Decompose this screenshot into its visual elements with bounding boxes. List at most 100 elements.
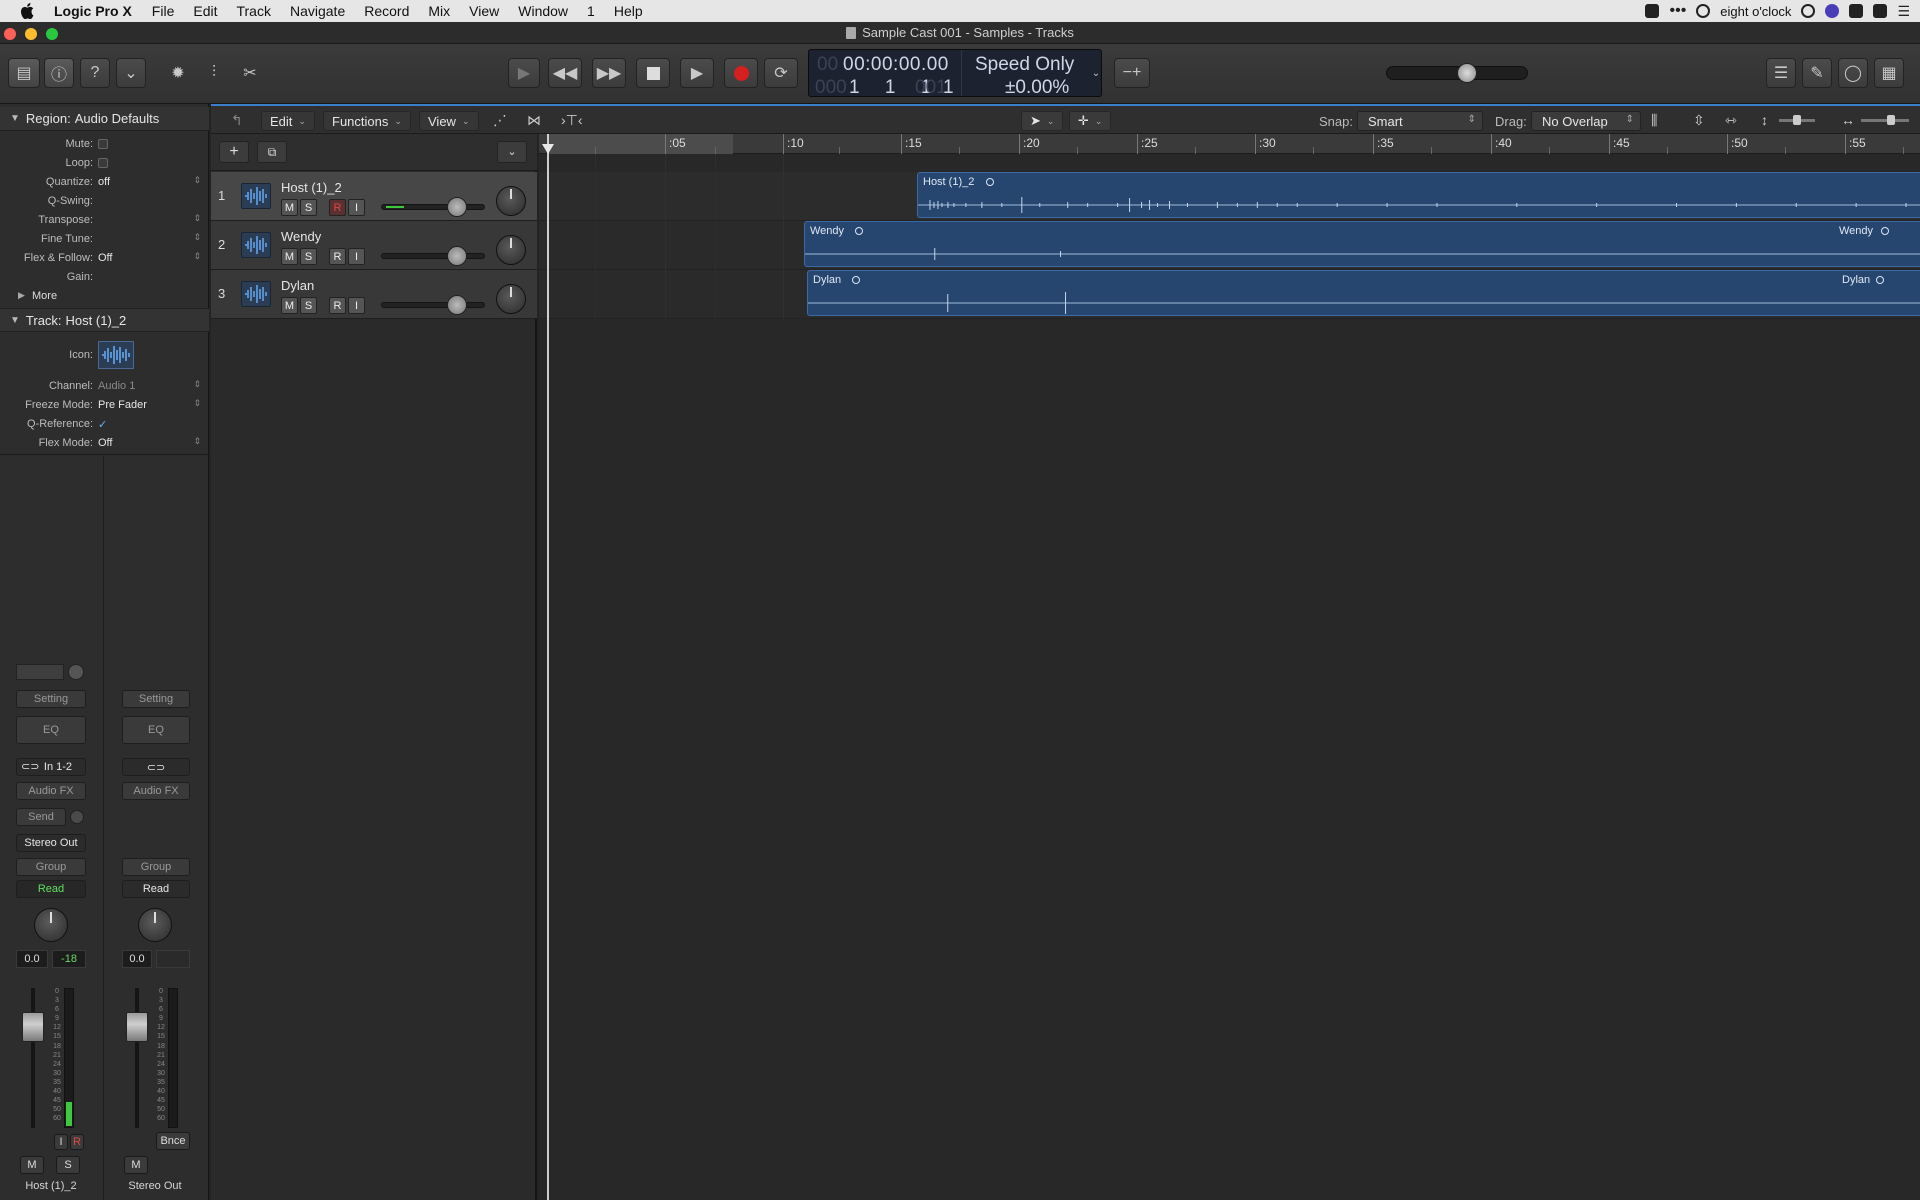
track-volume-knob[interactable] (447, 246, 467, 266)
link-slot[interactable]: ⊂⊃ (122, 758, 190, 776)
setting-button[interactable]: Setting (122, 690, 190, 708)
horizontal-zoom-icon[interactable]: ↔ (1841, 112, 1855, 128)
menu-app-name[interactable]: Logic Pro X (54, 3, 132, 19)
track-input-button[interactable]: I (348, 297, 365, 314)
audio-region-wendy[interactable]: Wendy Wendy (804, 221, 1920, 267)
track-mute-button[interactable]: M (281, 297, 298, 314)
track-mute-button[interactable]: M (281, 199, 298, 216)
audio-fx-slot[interactable]: Audio FX (122, 782, 190, 800)
list-menu-icon[interactable]: ☰ (1897, 3, 1910, 20)
input-slot[interactable]: ⊂⊃ In 1-2 (16, 758, 86, 776)
library-button[interactable]: ▤ (8, 58, 40, 88)
drag-select[interactable]: No Overlap ⇕ (1531, 111, 1641, 131)
vertical-zoom-slider[interactable] (1779, 115, 1815, 125)
cycle-button[interactable]: ⟳ (764, 58, 798, 88)
functions-menu[interactable]: Functions ⌄ (323, 111, 411, 131)
send-slot[interactable]: Send (16, 808, 66, 826)
mute-button[interactable]: M (20, 1156, 44, 1174)
input-monitor-button[interactable]: I (54, 1134, 68, 1150)
vertical-zoom-knob[interactable] (1793, 115, 1801, 125)
track-solo-button[interactable]: S (300, 297, 317, 314)
menu-edit[interactable]: Edit (193, 3, 217, 19)
toolbar-button[interactable]: ⌄ (116, 58, 146, 88)
list-editors-button[interactable]: ☰ (1766, 58, 1796, 88)
track-volume-slider[interactable] (381, 204, 485, 210)
menu-navigate[interactable]: Navigate (290, 3, 345, 19)
track-pan-knob[interactable] (496, 186, 526, 216)
track-name[interactable]: Wendy (281, 229, 321, 244)
track-record-button[interactable]: R (329, 199, 346, 216)
eq-button[interactable]: EQ (16, 716, 86, 744)
add-track-button[interactable]: + (219, 141, 249, 163)
more-dots-icon[interactable]: ••• (1669, 2, 1686, 20)
menu-1[interactable]: 1 (587, 3, 595, 19)
track-solo-button[interactable]: S (300, 199, 317, 216)
horizontal-zoom-slider[interactable] (1861, 115, 1909, 125)
loop-circle-icon[interactable] (1881, 227, 1889, 235)
fast-forward-button[interactable]: ▶▶ (592, 58, 626, 88)
output-slot[interactable]: Stereo Out (16, 834, 86, 852)
track-volume-slider[interactable] (381, 253, 485, 259)
automation-curve-icon[interactable]: ⋰ (493, 112, 507, 129)
horizontal-zoom-knob[interactable] (1887, 115, 1895, 125)
track-input-button[interactable]: I (348, 248, 365, 265)
volume-value[interactable]: 0.0 (122, 950, 152, 968)
pan-knob[interactable] (34, 908, 68, 942)
apple-icon[interactable] (20, 3, 38, 20)
inspector-button[interactable]: ⓘ (44, 58, 74, 88)
rewind-button[interactable]: ◀◀ (548, 58, 582, 88)
loop-circle-icon[interactable] (1876, 276, 1884, 284)
record-button[interactable] (724, 58, 758, 88)
track-input-button[interactable]: I (348, 199, 365, 216)
group-slot[interactable]: Group (122, 858, 190, 876)
command-icon[interactable] (1645, 4, 1660, 18)
track-solo-button[interactable]: S (300, 248, 317, 265)
track-options-button[interactable]: ⌄ (497, 141, 527, 163)
editors-button[interactable]: ✂ (235, 58, 265, 88)
empty-lanes[interactable] (539, 319, 1920, 1200)
playhead-handle[interactable] (542, 144, 554, 154)
menu-track[interactable]: Track (236, 3, 270, 19)
menu-file[interactable]: File (152, 3, 175, 19)
menu-mix[interactable]: Mix (428, 3, 450, 19)
track-header-1[interactable]: 1 Host (1)_2 M S R I (211, 172, 537, 221)
send-knob[interactable] (70, 810, 84, 824)
fit-horizontal-icon[interactable]: ⇿ (1725, 112, 1737, 129)
browser-button[interactable]: ▦ (1874, 58, 1904, 88)
download-icon[interactable] (1849, 4, 1864, 18)
audio-region-dylan[interactable]: Dylan Dylan (807, 270, 1920, 316)
info-circle-icon[interactable] (1696, 4, 1711, 18)
notepad-button[interactable]: ✎ (1802, 58, 1832, 88)
automation-mode[interactable]: Read (122, 880, 190, 898)
setting-button[interactable]: Setting (16, 690, 86, 708)
group-slot[interactable]: Group (16, 858, 86, 876)
tempo-nudge-button[interactable]: −+ (1114, 58, 1150, 88)
loop-circle-icon[interactable] (986, 178, 994, 186)
lcd-dropdown-button[interactable]: ⌄ (1088, 58, 1104, 88)
master-volume-knob[interactable] (1457, 63, 1477, 83)
pan-knob[interactable] (138, 908, 172, 942)
audio-fx-slot[interactable]: Audio FX (16, 782, 86, 800)
loop-browser-button[interactable]: ◯ (1838, 58, 1868, 88)
new-track-stack-button[interactable]: ⧉ (257, 141, 287, 163)
volume-fader-track[interactable] (31, 988, 35, 1128)
go-to-start-button[interactable]: ▶ (508, 58, 540, 88)
play-button[interactable]: ▶ (680, 58, 714, 88)
mixer-button[interactable]: ⫶ (199, 58, 229, 88)
volume-fader[interactable] (126, 1012, 148, 1042)
edit-menu[interactable]: Edit ⌄ (261, 111, 315, 131)
playhead[interactable] (542, 134, 554, 1200)
track-header-3[interactable]: 3 Dylan M S R I (211, 270, 537, 319)
loop-circle-icon[interactable] (855, 227, 863, 235)
close-window-button[interactable] (4, 28, 16, 40)
secondary-tool-menu[interactable]: ✛ ⌄ (1069, 111, 1112, 131)
automation-mode[interactable]: Read (16, 880, 86, 898)
track-pan-knob[interactable] (496, 284, 526, 314)
track-volume-slider[interactable] (381, 302, 485, 308)
cycle-range[interactable] (547, 134, 733, 154)
strip-name[interactable]: Stereo Out (112, 1180, 198, 1192)
track-name[interactable]: Dylan (281, 278, 314, 293)
catch-icon[interactable]: ›⊤‹ (561, 112, 583, 129)
lcd-display[interactable]: 00 00:00:00.00 000 1 1 1 001 1 Speed Onl… (808, 49, 1102, 98)
zoom-window-button[interactable] (46, 28, 58, 40)
